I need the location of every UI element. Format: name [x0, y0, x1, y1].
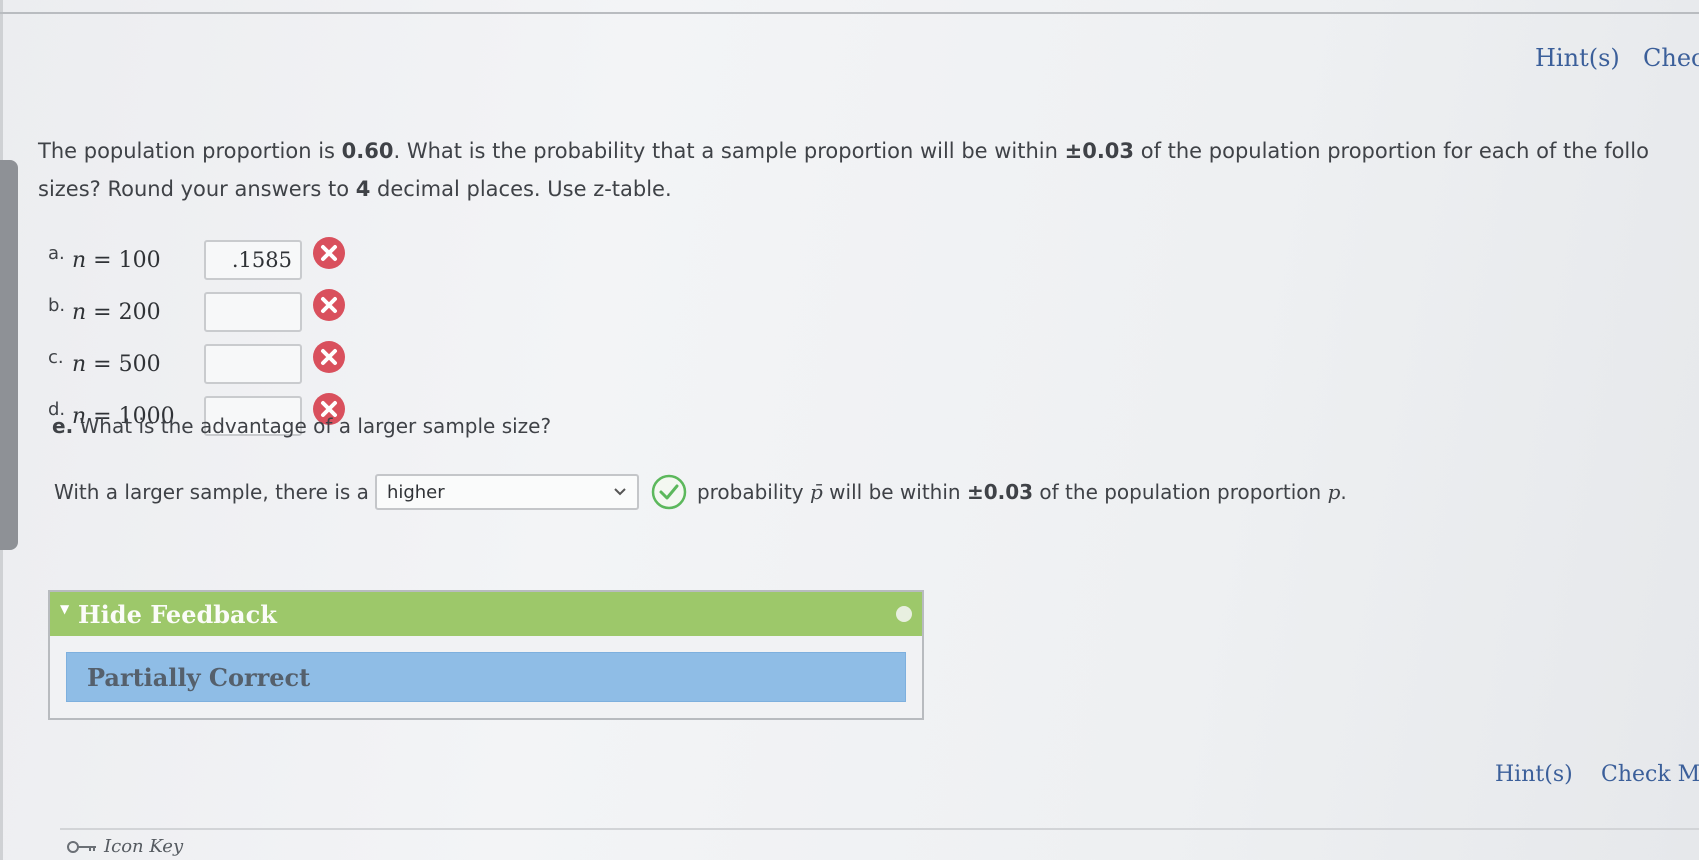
scrollbar-thumb[interactable]: [0, 160, 18, 550]
incorrect-icon: [313, 237, 345, 269]
feedback-header[interactable]: ▼ Hide Feedback: [50, 592, 922, 636]
part-equation: n = 200: [72, 299, 161, 325]
icon-key[interactable]: Icon Key: [66, 836, 183, 857]
part-c-row: c. n = 500: [48, 341, 346, 386]
check-my-work-link-top[interactable]: Chec: [1643, 44, 1699, 72]
bottom-divider: [60, 828, 1699, 830]
z-table-link[interactable]: z-table: [593, 177, 665, 201]
part-letter: c.: [48, 346, 64, 368]
part-e-sentence: With a larger sample, there is a higher …: [54, 470, 1347, 514]
part-letter: a.: [48, 242, 65, 264]
feedback-panel: ▼ Hide Feedback Partially Correct: [48, 590, 924, 720]
incorrect-icon: [313, 341, 345, 373]
answer-input-a[interactable]: .1585: [204, 240, 302, 280]
chevron-down-icon: [614, 488, 626, 496]
question-text: The population proportion is 0.60. What …: [38, 139, 1649, 201]
feedback-message: Partially Correct: [87, 663, 311, 692]
icon-key-label: Icon Key: [104, 836, 184, 857]
hide-feedback-toggle[interactable]: Hide Feedback: [78, 600, 277, 629]
answer-input-b[interactable]: [204, 292, 302, 332]
part-b-row: b. n = 200: [48, 289, 346, 334]
answer-dropdown[interactable]: higher: [374, 474, 639, 510]
key-icon: [67, 840, 96, 853]
correct-icon: [651, 474, 687, 510]
feedback-status-dot-icon: [896, 606, 912, 622]
incorrect-icon: [313, 289, 345, 321]
hints-link-top[interactable]: Hint(s): [1535, 44, 1620, 72]
part-equation: n = 500: [72, 351, 161, 377]
answer-input-c[interactable]: [204, 344, 302, 384]
sentence-start: With a larger sample, there is a: [54, 480, 369, 504]
part-a-row: a. n = 100 .1585: [48, 237, 346, 282]
hints-link-bottom[interactable]: Hint(s): [1495, 762, 1573, 787]
dropdown-selected: higher: [386, 481, 445, 503]
check-my-work-link-bottom[interactable]: Check My: [1601, 762, 1699, 787]
part-letter: b.: [48, 294, 66, 316]
sentence-end: probability p̄ will be within ±0.03 of t…: [696, 480, 1347, 504]
collapse-triangle-icon: ▼: [60, 602, 70, 616]
top-divider: [0, 12, 1699, 14]
feedback-message-box: Partially Correct: [66, 652, 906, 702]
part-e-question: e. What is the advantage of a larger sam…: [52, 414, 552, 438]
part-equation: n = 100: [72, 247, 161, 273]
